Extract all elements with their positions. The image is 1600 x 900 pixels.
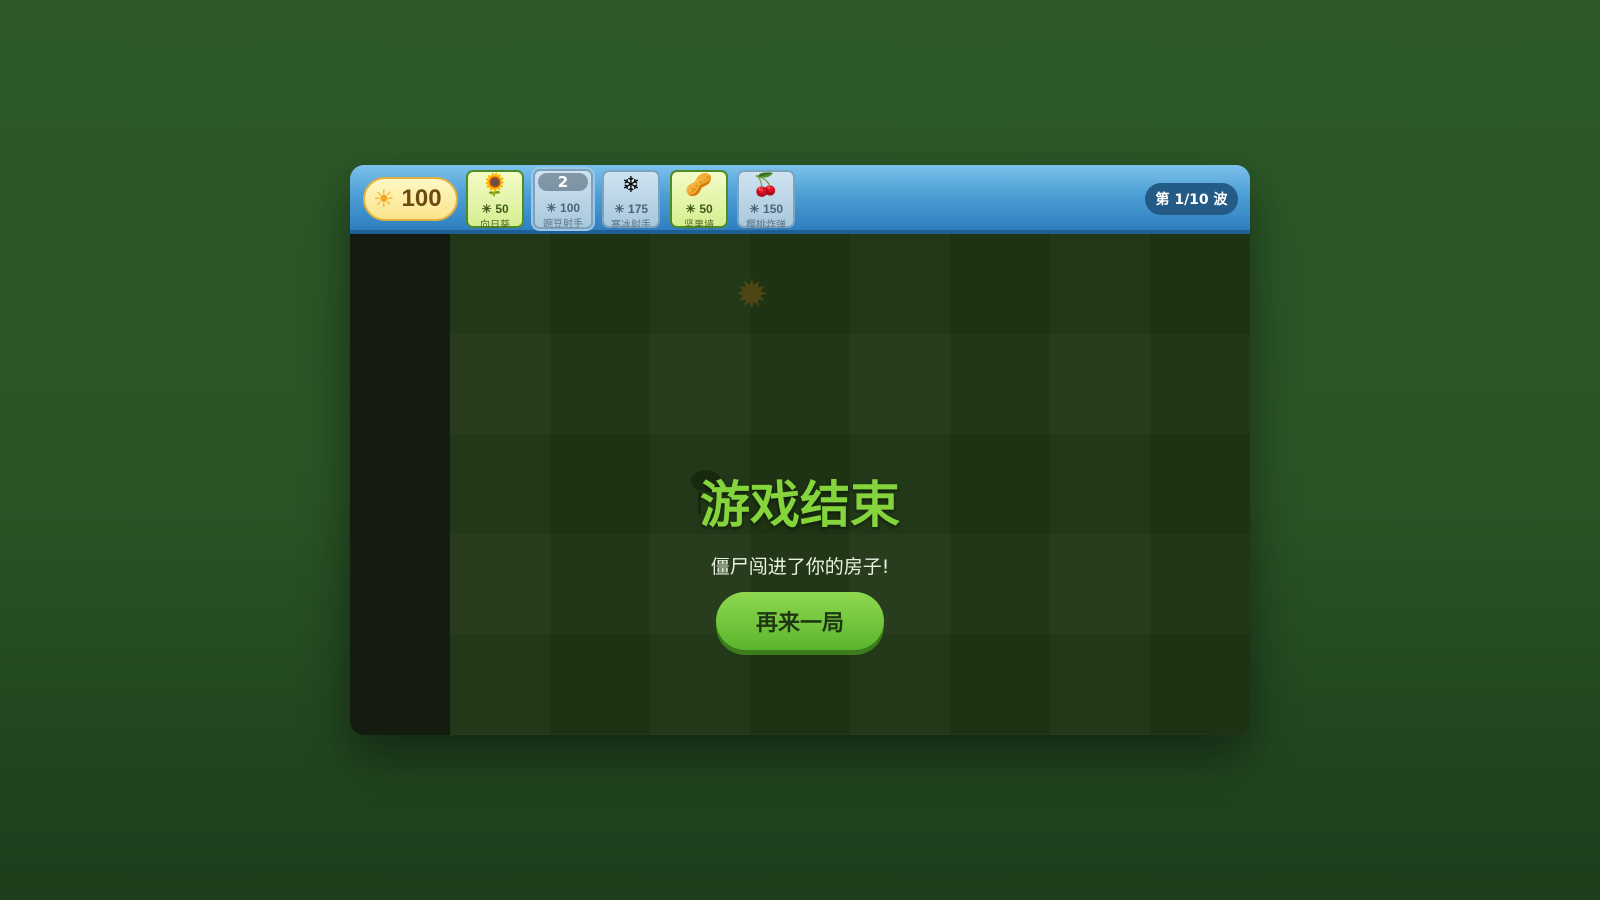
- cooldown-badge: 2: [538, 173, 588, 191]
- snow-pea-icon: ❄: [621, 173, 641, 198]
- card-cost: ☀ 100: [545, 201, 581, 215]
- card-cost: ☀ 175: [613, 202, 649, 216]
- card-cost: ☀ 50: [481, 202, 509, 216]
- game-over-title: 游戏结束: [700, 476, 900, 534]
- cherry-bomb-icon: 🍒: [752, 173, 780, 198]
- wave-indicator: 第 1/10 波: [1145, 183, 1238, 215]
- card-cost: ☀ 50: [685, 202, 713, 216]
- play-again-button[interactable]: 再来一局: [716, 592, 884, 650]
- top-bar: ☀ 100 🌻 ☀ 50 向日葵 2 ☀ 100 豌豆射手 ❄ ☀ 175 寒冰…: [350, 165, 1250, 234]
- card-name: 向日葵: [480, 220, 510, 231]
- card-name: 樱桃炸弹: [746, 220, 786, 231]
- wallnut-icon: 🥜: [685, 173, 713, 198]
- sun-value: 100: [401, 185, 442, 212]
- seed-card-sunflower[interactable]: 🌻 ☀ 50 向日葵: [466, 170, 524, 231]
- seed-card-peashooter[interactable]: 2 ☀ 100 豌豆射手: [533, 169, 593, 230]
- game-over-message: 僵尸闯进了你的房子!: [710, 556, 890, 578]
- sun-icon: ☀: [373, 185, 395, 213]
- sun-counter: ☀ 100: [363, 177, 458, 221]
- seed-card-cherry-bomb[interactable]: 🍒 ☀ 150 樱桃炸弹: [737, 170, 795, 231]
- card-name: 寒冰射手: [611, 220, 651, 231]
- falling-sun-icon: ✹: [735, 272, 769, 318]
- card-name: 坚果墙: [684, 220, 714, 231]
- game-window: ☀ 100 🌻 ☀ 50 向日葵 2 ☀ 100 豌豆射手 ❄ ☀ 175 寒冰…: [350, 165, 1250, 735]
- sunflower-icon: 🌻: [481, 173, 509, 198]
- card-cost: ☀ 150: [748, 202, 784, 216]
- game-field: ✹ 游戏结束 僵尸闯进了你的房子! 再来一局: [350, 234, 1250, 735]
- card-name: 豌豆射手: [543, 219, 583, 230]
- seed-card-snow-pea[interactable]: ❄ ☀ 175 寒冰射手: [602, 170, 660, 231]
- seed-card-wallnut[interactable]: 🥜 ☀ 50 坚果墙: [670, 170, 728, 231]
